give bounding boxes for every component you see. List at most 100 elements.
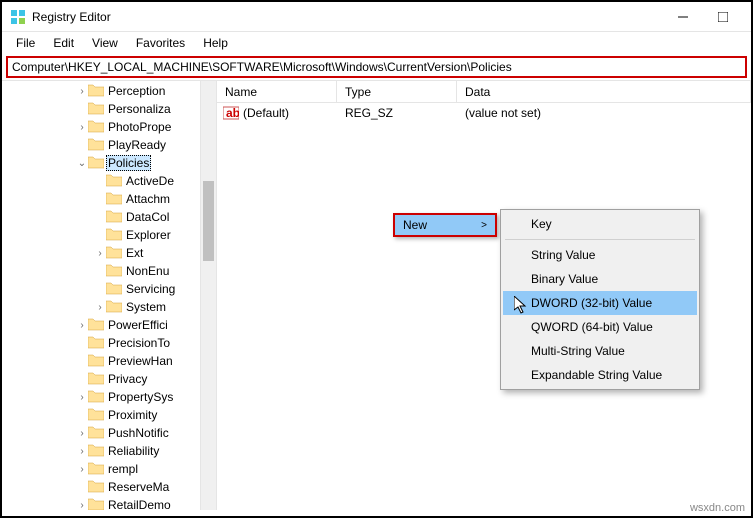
menu-file[interactable]: File [8,34,43,52]
folder-icon [88,353,106,370]
tree-item[interactable]: PlayReady [2,136,216,154]
tree-item[interactable]: Privacy [2,370,216,388]
tree-item[interactable]: Servicing [2,280,216,298]
tree-item[interactable]: NonEnu [2,262,216,280]
chevron-right-icon[interactable]: › [76,122,88,133]
row-type: REG_SZ [337,106,457,120]
folder-icon [106,299,124,316]
tree-item-label: PhotoPrope [106,120,173,134]
cursor-icon [514,296,530,316]
tree-item[interactable]: ReserveMa [2,478,216,496]
tree-item[interactable]: ›PowerEffici [2,316,216,334]
menu-edit[interactable]: Edit [45,34,82,52]
chevron-right-icon[interactable]: › [76,500,88,511]
tree-item-label: Attachm [124,192,172,206]
row-data: (value not set) [457,106,751,120]
maximize-icon [718,12,728,22]
ctx-item-dword[interactable]: DWORD (32-bit) Value [503,291,697,315]
folder-icon [88,101,106,118]
tree-item-label: RetailDemo [106,498,173,510]
tree-item-label: Personaliza [106,102,173,116]
menu-favorites[interactable]: Favorites [128,34,193,52]
folder-icon [88,137,106,154]
maximize-button[interactable] [703,3,743,31]
address-bar[interactable]: Computer\HKEY_LOCAL_MACHINE\SOFTWARE\Mic… [6,56,747,78]
ctx-item-expandable[interactable]: Expandable String Value [503,363,697,387]
chevron-right-icon[interactable]: › [76,446,88,457]
ctx-item-qword[interactable]: QWORD (64-bit) Value [503,315,697,339]
chevron-right-icon[interactable]: › [76,428,88,439]
tree-item[interactable]: › PropertySys [2,388,216,406]
tree-item-label: PropertySys [106,390,175,404]
tree-item[interactable]: › RetailDemo [2,496,216,510]
tree-item[interactable]: DataCol [2,208,216,226]
folder-icon [88,461,106,478]
ctx-item-key[interactable]: Key [503,212,697,236]
tree-item-label: System [124,300,168,314]
tree-item-label: PushNotific [106,426,171,440]
tree-item[interactable]: Attachm [2,190,216,208]
chevron-right-icon[interactable]: › [94,302,106,313]
folder-icon [88,119,106,136]
watermark: wsxdn.com [690,502,745,514]
tree-item-label: DataCol [124,210,171,224]
folder-icon [88,443,106,460]
col-header-name[interactable]: Name [217,81,337,102]
window-title: Registry Editor [32,10,663,24]
tree-item-label: Ext [124,246,145,260]
chevron-right-icon[interactable]: › [76,392,88,403]
tree-item-label: PreviewHan [106,354,175,368]
string-value-icon: ab [223,105,239,121]
folder-icon [106,209,124,226]
chevron-down-icon[interactable]: ⌄ [76,158,88,169]
menu-help[interactable]: Help [195,34,236,52]
tree-scroll-thumb[interactable] [203,181,214,261]
chevron-right-icon[interactable]: › [76,320,88,331]
tree-item-label: rempl [106,462,140,476]
tree-item[interactable]: Explorer [2,226,216,244]
tree-item[interactable]: PreviewHan [2,352,216,370]
ctx-item-binary[interactable]: Binary Value [503,267,697,291]
chevron-right-icon[interactable]: › [76,464,88,475]
tree-scrollbar[interactable] [200,81,216,510]
list-header: Name Type Data [217,81,751,103]
list-row[interactable]: ab (Default) REG_SZ (value not set) [217,103,751,123]
folder-icon [106,263,124,280]
tree-item[interactable]: ActiveDe [2,172,216,190]
ctx-item-string[interactable]: String Value [503,243,697,267]
tree-item[interactable]: › rempl [2,460,216,478]
minimize-button[interactable] [663,3,703,31]
col-header-data[interactable]: Data [457,81,751,102]
folder-icon [106,281,124,298]
folder-icon [88,479,106,496]
tree-item[interactable]: ›Reliability [2,442,216,460]
regedit-icon [10,9,26,25]
tree-item[interactable]: › Perception [2,82,216,100]
col-header-type[interactable]: Type [337,81,457,102]
tree-item[interactable]: ⌄Policies [2,154,216,172]
chevron-right-icon[interactable]: › [76,86,88,97]
tree-pane[interactable]: › Perception Personaliza › PhotoPrope PlayRea… [2,81,217,510]
context-submenu-new[interactable]: New > [393,213,497,237]
chevron-right-icon[interactable]: › [94,248,106,259]
folder-icon [88,335,106,352]
svg-text:ab: ab [226,106,239,120]
tree-item[interactable]: › PhotoPrope [2,118,216,136]
tree-item[interactable]: › Ext [2,244,216,262]
tree-item-label: NonEnu [124,264,171,278]
tree-item[interactable]: › PushNotific [2,424,216,442]
folder-icon [106,191,124,208]
tree-item-label: PrecisionTo [106,336,172,350]
tree-item[interactable]: Proximity [2,406,216,424]
folder-icon [106,227,124,244]
tree-item[interactable]: › System [2,298,216,316]
title-bar: Registry Editor [2,2,751,32]
tree-item[interactable]: Personaliza [2,100,216,118]
tree-item-label: Explorer [124,228,173,242]
ctx-separator [505,239,695,240]
menu-view[interactable]: View [84,34,126,52]
ctx-item-multistring[interactable]: Multi-String Value [503,339,697,363]
tree-item[interactable]: PrecisionTo [2,334,216,352]
tree-item-label: Proximity [106,408,159,422]
tree-item-label: Perception [106,84,167,98]
